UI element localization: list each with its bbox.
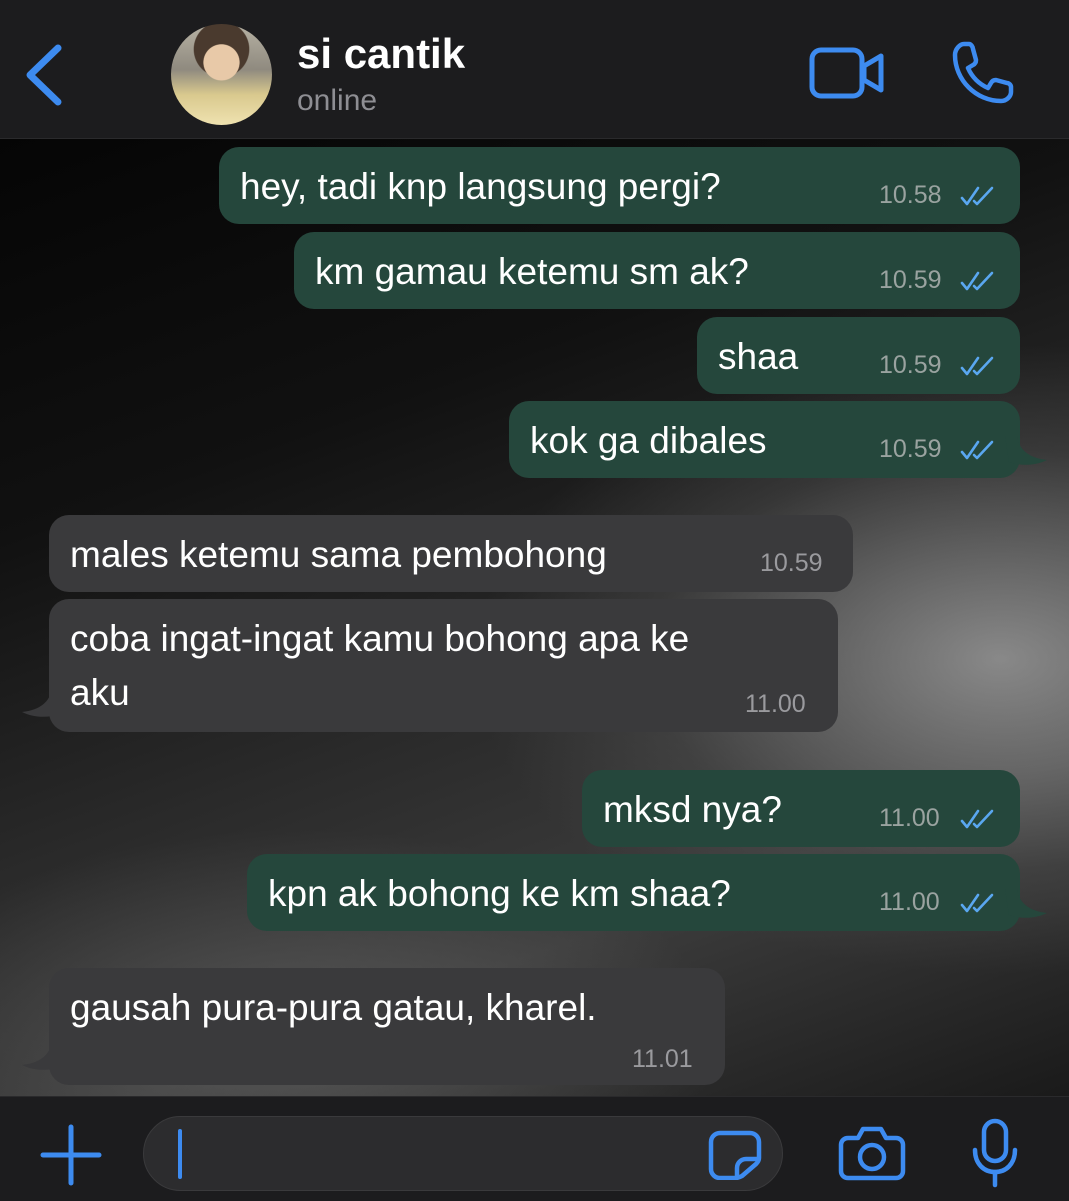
message-bubble-outgoing[interactable]: mksd nya? 11.00 xyxy=(582,770,1020,847)
bubble-tail xyxy=(1005,436,1047,465)
phone-icon xyxy=(952,41,1014,104)
message-time: 10.59 xyxy=(760,549,823,577)
double-check-icon xyxy=(960,271,994,291)
video-camera-icon xyxy=(809,47,884,99)
message-bubble-outgoing[interactable]: shaa 10.59 xyxy=(697,317,1020,394)
bubble-tail xyxy=(22,1041,64,1070)
message-time: 11.00 xyxy=(879,888,940,916)
contact-name[interactable]: si cantik xyxy=(297,30,465,78)
message-text: shaa xyxy=(718,336,799,377)
bubble-tail xyxy=(1005,889,1047,918)
sticker-button[interactable] xyxy=(708,1130,762,1181)
message-bubble-incoming[interactable]: coba ingat-ingat kamu bohong apa ke aku … xyxy=(49,599,838,732)
message-time: 10.59 xyxy=(879,351,942,379)
message-time: 10.59 xyxy=(879,435,942,463)
message-time: 11.01 xyxy=(632,1045,693,1073)
message-bubble-outgoing[interactable]: kok ga dibales 10.59 xyxy=(509,401,1020,478)
plus-icon xyxy=(40,1124,102,1186)
message-text: males ketemu sama pembohong xyxy=(70,534,607,575)
double-check-icon xyxy=(960,809,994,829)
double-check-icon xyxy=(960,356,994,376)
video-call-button[interactable] xyxy=(808,44,886,102)
message-text-line1: coba ingat-ingat kamu bohong apa ke xyxy=(70,618,690,659)
message-bubble-incoming[interactable]: males ketemu sama pembohong 10.59 xyxy=(49,515,853,592)
attach-button[interactable] xyxy=(40,1124,102,1186)
message-time: 10.59 xyxy=(879,266,942,294)
microphone-icon xyxy=(972,1118,1018,1188)
chevron-left-icon xyxy=(26,44,62,106)
sticker-icon xyxy=(708,1130,762,1181)
camera-icon xyxy=(838,1126,906,1181)
double-check-icon xyxy=(960,186,994,206)
message-text: kpn ak bohong ke km shaa? xyxy=(268,873,731,914)
message-bubble-incoming[interactable]: gausah pura-pura gatau, kharel. 11.01 xyxy=(49,968,725,1085)
chat-header: si cantik online xyxy=(0,0,1069,139)
avatar[interactable] xyxy=(171,24,272,125)
back-button[interactable] xyxy=(22,42,66,108)
message-time: 10.58 xyxy=(879,181,942,209)
voice-call-button[interactable] xyxy=(950,40,1014,106)
microphone-button[interactable] xyxy=(970,1118,1020,1188)
message-text: hey, tadi knp langsung pergi? xyxy=(240,166,721,207)
message-text: gausah pura-pura gatau, kharel. xyxy=(70,987,597,1028)
contact-status: online xyxy=(297,84,378,117)
message-input[interactable] xyxy=(143,1116,783,1191)
message-text-line2: aku xyxy=(70,672,130,713)
message-bubble-outgoing[interactable]: kpn ak bohong ke km shaa? 11.00 xyxy=(247,854,1020,931)
double-check-icon xyxy=(960,440,994,460)
message-text: mksd nya? xyxy=(603,789,782,830)
message-time: 11.00 xyxy=(745,690,806,718)
message-text: km gamau ketemu sm ak? xyxy=(315,251,749,292)
camera-button[interactable] xyxy=(838,1124,906,1182)
bubble-tail xyxy=(22,688,64,717)
message-text: kok ga dibales xyxy=(530,420,767,461)
message-bubble-outgoing[interactable]: km gamau ketemu sm ak? 10.59 xyxy=(294,232,1020,309)
message-time: 11.00 xyxy=(879,804,940,832)
double-check-icon xyxy=(960,893,994,913)
text-cursor xyxy=(178,1129,182,1179)
message-bubble-outgoing[interactable]: hey, tadi knp langsung pergi? 10.58 xyxy=(219,147,1020,224)
